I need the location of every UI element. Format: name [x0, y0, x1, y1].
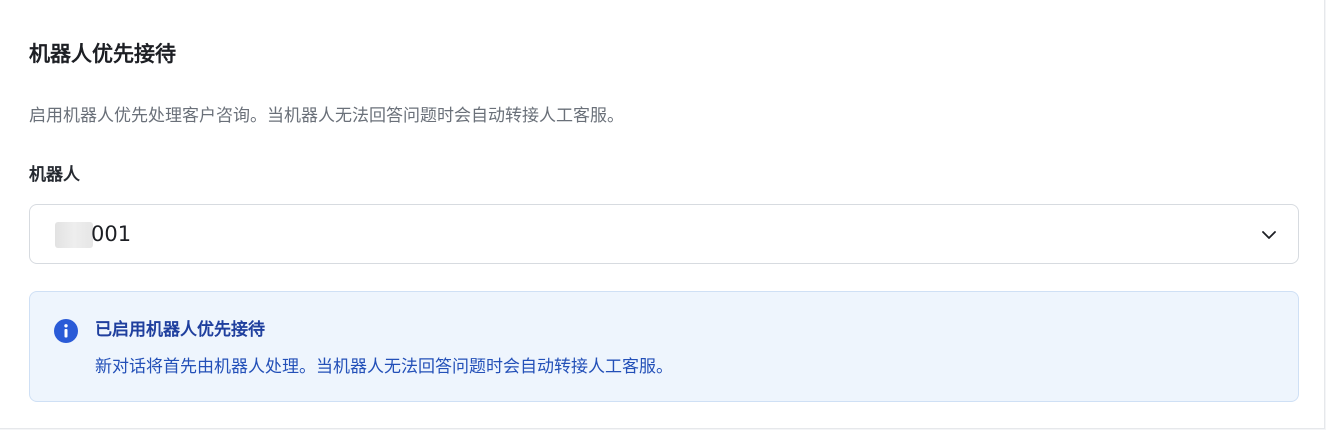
chevron-down-icon[interactable]	[1259, 225, 1279, 245]
robot-avatar	[55, 222, 93, 248]
robot-select[interactable]: 001	[29, 204, 1299, 264]
section-title: 机器人优先接待	[29, 42, 176, 66]
robot-priority-card: 机器人优先接待 启用机器人优先处理客户咨询。当机器人无法回答问题时会自动转接人工…	[0, 0, 1325, 429]
robot-select-value: 001	[91, 222, 132, 246]
robot-field-label: 机器人	[29, 165, 80, 185]
info-icon	[54, 319, 78, 343]
robot-enabled-alert: 已启用机器人优先接待 新对话将首先由机器人处理。当机器人无法回答问题时会自动转接…	[29, 291, 1299, 402]
section-description: 启用机器人优先处理客户咨询。当机器人无法回答问题时会自动转接人工客服。	[29, 106, 624, 126]
alert-title: 已启用机器人优先接待	[95, 320, 265, 340]
alert-text: 新对话将首先由机器人处理。当机器人无法回答问题时会自动转接人工客服。	[95, 357, 673, 377]
